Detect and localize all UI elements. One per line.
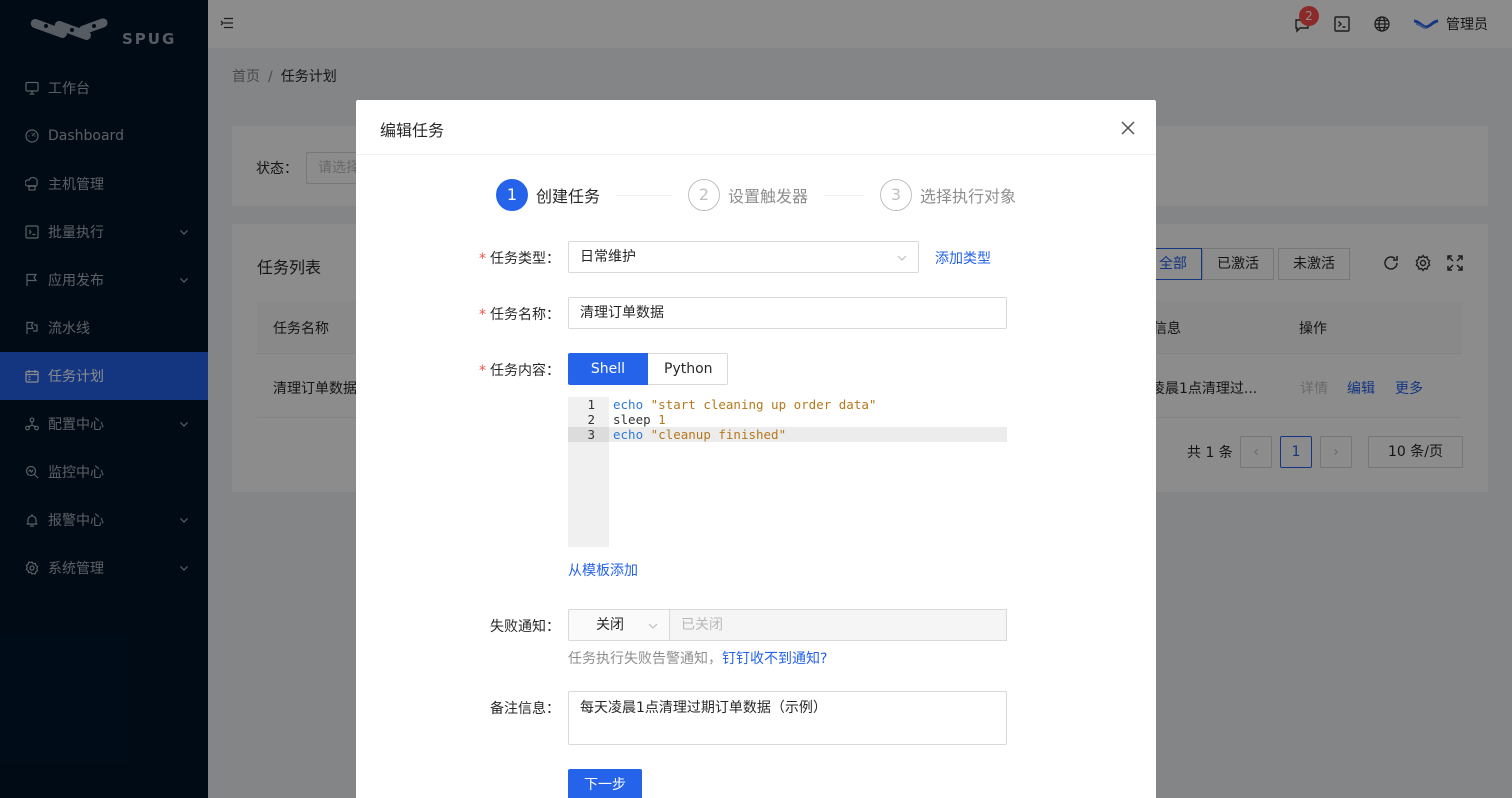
- add-type-link[interactable]: 添加类型: [935, 248, 991, 268]
- task-type-select[interactable]: 日常维护: [568, 241, 919, 273]
- fail-notify-label: 失败通知：: [490, 619, 560, 635]
- code-editor[interactable]: 1 echo "start cleaning up order data" 2 …: [568, 397, 1007, 547]
- code-line: 3 echo "cleanup finished": [568, 427, 1007, 442]
- task-type-label: * 任务类型：: [479, 251, 560, 267]
- description-textarea[interactable]: 每天凌晨1点清理过期订单数据（示例）: [568, 691, 1007, 745]
- step-select-target: 3 选择执行对象: [880, 179, 1016, 211]
- lang-shell-radio[interactable]: Shell: [568, 353, 648, 385]
- task-name-label: * 任务名称：: [479, 307, 560, 323]
- steps: 1 创建任务 2 设置触发器 3 选择执行对象: [496, 179, 1056, 211]
- step-number: 2: [688, 179, 720, 211]
- dingtalk-help-link[interactable]: 钉钉收不到通知?: [722, 651, 827, 667]
- step-title: 选择执行对象: [920, 187, 1017, 206]
- step-number: 3: [880, 179, 912, 211]
- next-step-button[interactable]: 下一步: [568, 769, 642, 798]
- step-title: 设置触发器: [728, 187, 809, 206]
- step-connector: [824, 195, 864, 196]
- code-line: 2 sleep 1: [587, 412, 666, 427]
- chevron-down-icon: [897, 255, 907, 261]
- modal-title: 编辑任务: [380, 121, 445, 140]
- from-template-link[interactable]: 从模板添加: [568, 560, 638, 580]
- code-line: 1 echo "start cleaning up order data": [587, 397, 877, 412]
- step-connector: [616, 195, 672, 196]
- task-type-value: 日常维护: [580, 249, 636, 265]
- step-number: 1: [496, 179, 528, 211]
- step-create-task: 1 创建任务: [496, 179, 600, 211]
- close-icon[interactable]: [1118, 118, 1138, 138]
- fail-notify-value: 关闭: [596, 617, 624, 633]
- step-title: 创建任务: [536, 187, 601, 206]
- step-set-trigger: 2 设置触发器: [688, 179, 808, 211]
- description-label: 备注信息：: [490, 701, 560, 717]
- task-name-input[interactable]: 清理订单数据: [568, 297, 1007, 329]
- fail-notify-hint: 任务执行失败告警通知，钉钉收不到通知?: [568, 651, 828, 667]
- task-content-label: * 任务内容：: [479, 363, 560, 379]
- fail-notify-select[interactable]: 关闭: [568, 609, 670, 641]
- modal-header: 编辑任务: [356, 100, 1156, 155]
- fail-notify-target-input: 已关闭: [669, 609, 1007, 641]
- lang-python-radio[interactable]: Python: [648, 353, 728, 385]
- chevron-down-icon: [648, 623, 658, 629]
- edit-task-modal: 编辑任务 1 创建任务 2 设置触发器 3 选择执行对象 * 任务类型： 日常维护…: [356, 100, 1156, 798]
